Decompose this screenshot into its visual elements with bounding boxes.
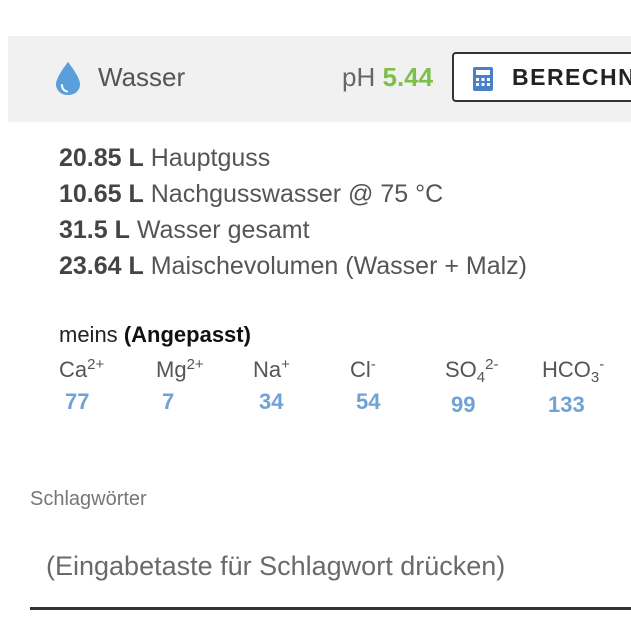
ion-label: Ca2+ [59, 356, 105, 382]
profile-status: (Angepasst) [123, 322, 251, 347]
ion-label: Mg2+ [156, 356, 204, 382]
volume-list: 20.85 L Hauptguss 10.65 L Nachgusswasser… [59, 140, 527, 284]
ph-readout: pH 5.44 [342, 62, 433, 93]
ion-chloride: Cl- 54 [350, 356, 380, 415]
volume-line-nachguss: 10.65 L Nachgusswasser @ 75 °C [59, 176, 527, 212]
ion-label: Na+ [253, 356, 290, 382]
ion-table: Ca2+ 77 Mg2+ 7 Na+ 34 Cl- 54 SO42- 99 HC… [59, 356, 631, 426]
ion-value: 54 [356, 389, 381, 414]
calculate-button-label: BERECHN [512, 64, 631, 90]
volume-amount: 10.65 L [59, 180, 144, 208]
volume-amount: 20.85 L [59, 144, 144, 172]
volume-amount: 31.5 L [59, 216, 130, 244]
ion-value: 99 [451, 392, 476, 417]
ion-value: 133 [548, 392, 585, 417]
water-panel: Wasser pH 5.44 BERECHN 20.85 L Hauptguss [0, 0, 631, 640]
volume-line-hauptguss: 20.85 L Hauptguss [59, 140, 527, 176]
tags-label: Schlagwörter [30, 488, 147, 510]
ion-magnesium: Mg2+ 7 [156, 356, 204, 415]
ion-label: HCO3- [542, 356, 605, 386]
tags-input[interactable] [30, 540, 631, 610]
volume-amount: 23.64 L [59, 252, 144, 280]
calculate-button[interactable]: BERECHN [452, 52, 631, 102]
ion-sulfate: SO42- 99 [445, 356, 498, 418]
volume-label: Maischevolumen (Wasser + Malz) [150, 252, 527, 280]
volume-label: Wasser gesamt [136, 216, 310, 244]
ion-sodium: Na+ 34 [253, 356, 290, 415]
ion-value: 34 [259, 389, 284, 414]
section-title: Wasser [98, 62, 186, 92]
water-profile-title: meins (Angepasst) [59, 322, 251, 348]
ion-label: Cl- [350, 356, 376, 382]
water-header: Wasser pH 5.44 BERECHN [8, 36, 631, 122]
volume-label: Hauptguss [150, 144, 271, 172]
ion-calcium: Ca2+ 77 [59, 356, 104, 415]
water-drop-icon [56, 62, 80, 95]
volume-line-total: 31.5 L Wasser gesamt [59, 212, 527, 248]
ion-bicarbonate: HCO3- 133 [542, 356, 604, 418]
ion-value: 7 [162, 389, 175, 414]
profile-name: meins [59, 322, 118, 347]
ion-label: SO42- [445, 356, 499, 386]
volume-label: Nachgusswasser @ 75 °C [150, 180, 444, 208]
ph-label: pH [342, 62, 376, 92]
calculator-icon [473, 67, 493, 91]
volume-line-mash: 23.64 L Maischevolumen (Wasser + Malz) [59, 248, 527, 284]
ion-value: 77 [65, 389, 90, 414]
ph-value: 5.44 [382, 62, 434, 92]
